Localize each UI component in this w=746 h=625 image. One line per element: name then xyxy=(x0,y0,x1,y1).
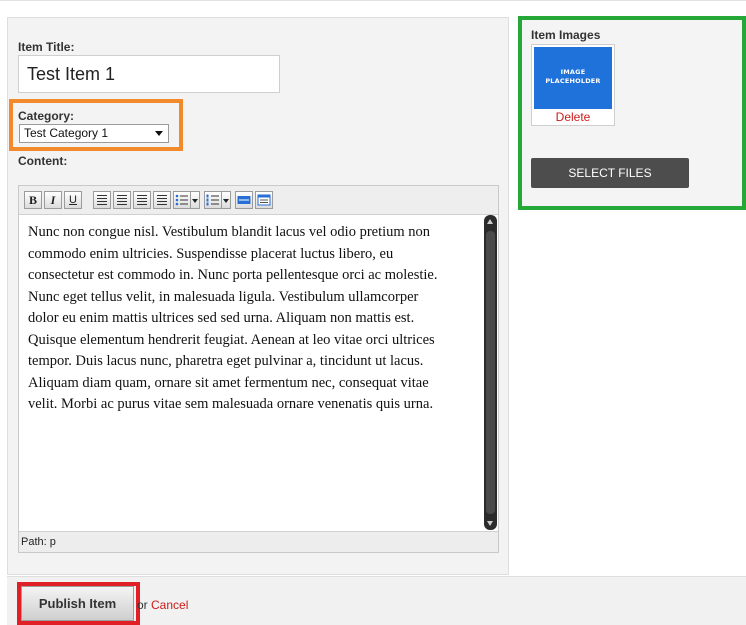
image-placeholder[interactable]: IMAGE PLACEHOLDER xyxy=(534,47,612,109)
scroll-down-icon[interactable] xyxy=(487,521,493,526)
html-icon xyxy=(237,196,251,204)
align-left-icon xyxy=(97,195,107,205)
category-select[interactable]: Test Category 1 xyxy=(19,124,169,143)
item-images-label: Item Images xyxy=(531,28,601,42)
align-justify-icon xyxy=(157,195,167,205)
editor-line: Nunc eget tellus velit, in malesuada lig… xyxy=(28,288,419,305)
editor-line: Nunc non congue nisl. Vestibulum blandit… xyxy=(28,224,431,240)
underline-button[interactable]: U xyxy=(64,191,82,209)
publish-item-button[interactable]: Publish Item xyxy=(21,586,134,621)
align-left-button[interactable] xyxy=(93,191,111,209)
delete-image-link[interactable]: Delete xyxy=(532,110,614,124)
italic-button[interactable]: I xyxy=(44,191,62,209)
numbered-list-icon xyxy=(206,194,219,206)
top-divider xyxy=(0,0,746,1)
numbered-list-dropdown[interactable] xyxy=(222,191,231,209)
or-cancel-text: or Cancel xyxy=(137,598,188,612)
item-title-label: Item Title: xyxy=(18,40,75,54)
editor-line: Aliquam diam quam, ornare sit amet ferme… xyxy=(28,374,429,391)
align-justify-button[interactable] xyxy=(153,191,171,209)
editor-line: Quisque elementum hendrerit feugiat. Aen… xyxy=(28,331,435,348)
table-button[interactable] xyxy=(255,191,273,209)
editor-line: commodo enim ultricies. Suspendisse plac… xyxy=(28,245,394,262)
placeholder-line-2: PLACEHOLDER xyxy=(545,77,601,85)
category-label: Category: xyxy=(18,109,75,123)
editor-line: dolor eu enim mattis ultrices sed sed ur… xyxy=(28,310,415,326)
editor-path-bar: Path: p xyxy=(19,531,498,552)
content-label: Content: xyxy=(18,154,68,168)
scroll-up-icon[interactable] xyxy=(487,219,493,224)
select-files-button[interactable]: SELECT FILES xyxy=(531,158,689,188)
editor-text-area[interactable]: Nunc non congue nisl. Vestibulum blandit… xyxy=(28,222,476,416)
cancel-link[interactable]: Cancel xyxy=(151,598,188,612)
table-icon xyxy=(257,194,271,206)
align-right-button[interactable] xyxy=(133,191,151,209)
placeholder-line-1: IMAGE xyxy=(560,68,586,76)
html-source-button[interactable] xyxy=(235,191,253,209)
category-selected-value: Test Category 1 xyxy=(24,126,109,140)
editor-scrollbar[interactable] xyxy=(484,215,497,530)
align-center-button[interactable] xyxy=(113,191,131,209)
bullet-list-dropdown[interactable] xyxy=(191,191,200,209)
bullet-list-button[interactable] xyxy=(173,191,191,209)
content-editor: B I U Nunc non congue nisl. Vestibulum b… xyxy=(18,185,499,553)
image-thumbnail-card: IMAGE PLACEHOLDER Delete xyxy=(531,44,615,126)
editor-toolbar: B I U xyxy=(19,186,498,215)
chevron-down-icon xyxy=(155,131,163,136)
item-title-input[interactable] xyxy=(18,55,280,93)
scrollbar-thumb[interactable] xyxy=(486,231,495,514)
numbered-list-button[interactable] xyxy=(204,191,222,209)
editor-line: consectetur est commodo in. Nunc porta p… xyxy=(28,267,438,283)
editor-line: tempor. Duis lacus nunc, pharetra eget p… xyxy=(28,353,424,369)
editor-line: velit. Morbi ac purus vitae sem malesuad… xyxy=(28,396,434,412)
bold-button[interactable]: B xyxy=(24,191,42,209)
align-right-icon xyxy=(137,195,147,205)
align-center-icon xyxy=(117,195,127,205)
bullet-list-icon xyxy=(175,194,188,206)
or-label: or xyxy=(137,598,148,612)
